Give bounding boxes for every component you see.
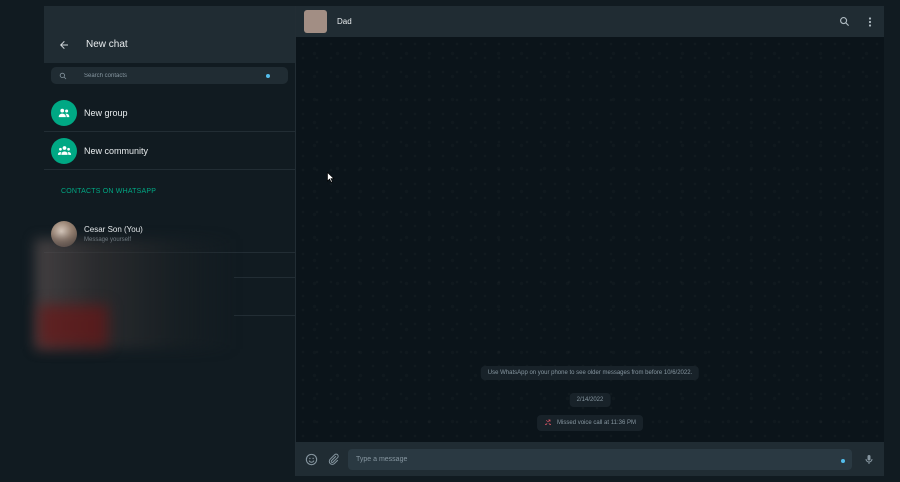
- contact-name: Cesar Son (You): [84, 224, 143, 234]
- contacts-section-title: CONTACTS ON WHATSAPP: [44, 170, 295, 215]
- message-area[interactable]: Use WhatsApp on your phone to see older …: [296, 37, 884, 442]
- new-chat-header: New chat: [44, 6, 295, 63]
- search-box[interactable]: [51, 67, 288, 84]
- attach-icon[interactable]: [326, 452, 340, 466]
- search-bar: [44, 63, 295, 94]
- new-group-button[interactable]: New group: [44, 94, 295, 132]
- new-community-label: New community: [84, 145, 149, 156]
- missed-call-icon: [544, 419, 552, 427]
- list-divider: [234, 315, 296, 316]
- message-input-box[interactable]: [348, 448, 852, 470]
- microphone-icon[interactable]: [862, 452, 876, 466]
- search-icon: [59, 71, 68, 80]
- missed-call-notice: Missed voice call at 11:36 PM: [537, 415, 643, 431]
- contacts-section-label: CONTACTS ON WHATSAPP: [61, 188, 157, 195]
- search-icon[interactable]: [838, 16, 850, 28]
- new-community-button[interactable]: New community: [44, 132, 295, 170]
- status-dot-icon: [266, 74, 270, 78]
- new-group-label: New group: [84, 107, 128, 118]
- chat-header[interactable]: Dad: [296, 6, 884, 37]
- message-input[interactable]: [356, 455, 844, 463]
- list-divider: [234, 277, 296, 278]
- back-arrow-icon[interactable]: [58, 38, 72, 52]
- avatar[interactable]: [304, 10, 327, 33]
- panel-title: New chat: [86, 39, 128, 50]
- menu-icon[interactable]: [864, 16, 876, 28]
- chat-contact-name[interactable]: Dad: [337, 17, 824, 26]
- conversation-pane: Dad Use WhatsApp on your phone to see ol…: [296, 6, 884, 476]
- group-icon: [51, 99, 77, 126]
- date-chip: 2/14/2022: [569, 393, 611, 407]
- older-messages-notice: Use WhatsApp on your phone to see older …: [480, 366, 700, 380]
- mouse-cursor-icon: [327, 172, 335, 183]
- search-input[interactable]: [84, 72, 234, 79]
- redacted-contacts-overlay: [38, 305, 108, 347]
- emoji-icon[interactable]: [304, 452, 318, 466]
- community-icon: [51, 137, 77, 164]
- message-composer: [296, 442, 884, 476]
- missed-call-text: Missed voice call at 11:36 PM: [557, 420, 636, 426]
- status-dot-icon: [841, 458, 845, 463]
